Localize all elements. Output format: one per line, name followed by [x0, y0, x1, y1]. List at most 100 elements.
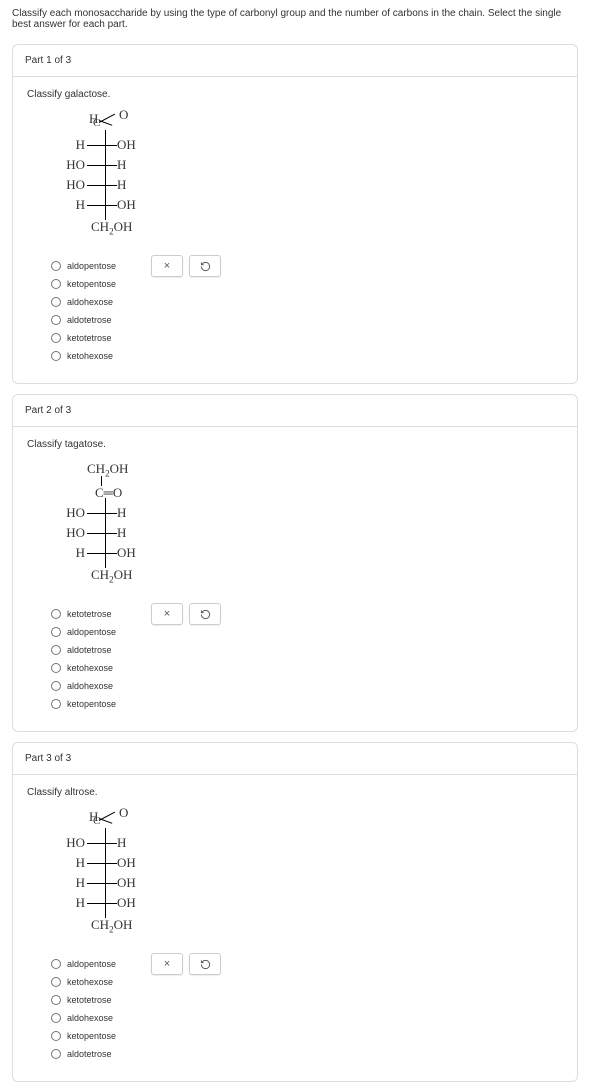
answer-option[interactable]: ketotetrose: [51, 329, 563, 347]
fischer-row: H OH: [55, 544, 175, 564]
answer-radio[interactable]: [51, 315, 61, 325]
answer-radio[interactable]: [51, 609, 61, 619]
answer-option[interactable]: ketotetrose: [51, 991, 563, 1009]
answer-option[interactable]: aldopentose: [51, 623, 563, 641]
row-right-label: OH: [117, 856, 136, 869]
answer-label: ketopentose: [67, 279, 116, 289]
answer-radio[interactable]: [51, 977, 61, 987]
row-right-label: OH: [117, 876, 136, 889]
answer-radio[interactable]: [51, 351, 61, 361]
clear-button[interactable]: ×: [151, 255, 183, 277]
fischer-row: HOH: [55, 874, 175, 894]
fischer-row: HO H: [55, 156, 175, 176]
answer-option[interactable]: ketotetrose: [51, 605, 563, 623]
answer-radio[interactable]: [51, 645, 61, 655]
row-left-label: H: [55, 896, 85, 909]
answer-radio[interactable]: [51, 279, 61, 289]
part-header: Part 1 of 3: [13, 45, 577, 77]
answer-radio[interactable]: [51, 1031, 61, 1041]
answer-label: aldohexose: [67, 681, 113, 691]
answer-radio[interactable]: [51, 699, 61, 709]
answer-label: aldotetrose: [67, 645, 112, 655]
row-right-label: OH: [117, 198, 136, 211]
answer-radio[interactable]: [51, 1049, 61, 1059]
bottom-ch2oh: CH2OH: [55, 564, 175, 584]
answer-label: ketohexose: [67, 977, 113, 987]
row-right-label: H: [117, 178, 126, 191]
row-left-label: H: [55, 546, 85, 559]
row-right-label: H: [117, 158, 126, 171]
options-group: × aldopentose ketohexose ketotetrosealdohex…: [51, 955, 563, 1063]
question-prompt: Classify altrose.: [27, 787, 563, 798]
page-instruction: Classify each monosaccharide by using th…: [0, 0, 590, 38]
question-prompt: Classify tagatose.: [27, 439, 563, 450]
top-co-label: C═O: [95, 486, 122, 499]
answer-radio[interactable]: [51, 297, 61, 307]
action-buttons: ×: [151, 255, 221, 277]
bottom-ch2oh: CH2OH: [55, 216, 175, 236]
answer-option[interactable]: aldotetrose: [51, 641, 563, 659]
row-left-label: HO: [55, 158, 85, 171]
answer-radio[interactable]: [51, 663, 61, 673]
answer-label: ketotetrose: [67, 609, 112, 619]
top-ch2oh-label: CH2OH: [87, 462, 128, 479]
answer-option[interactable]: aldohexose: [51, 677, 563, 695]
fischer-row: HOH: [55, 834, 175, 854]
reset-icon: [200, 609, 211, 620]
answer-radio[interactable]: [51, 681, 61, 691]
answer-radio[interactable]: [51, 959, 61, 969]
fischer-row: HOH: [55, 504, 175, 524]
fischer-row: H OH: [55, 854, 175, 874]
row-right-label: H: [117, 506, 126, 519]
question-card: Part 2 of 3Classify tagatose.CH2OHC═OHOH…: [12, 394, 578, 732]
answer-label: aldopentose: [67, 959, 116, 969]
close-icon: ×: [164, 608, 170, 620]
reset-button[interactable]: [189, 255, 221, 277]
row-right-label: H: [117, 526, 126, 539]
answer-radio[interactable]: [51, 627, 61, 637]
answer-label: ketohexose: [67, 351, 113, 361]
action-buttons: ×: [151, 953, 221, 975]
answer-option[interactable]: ketopentose: [51, 275, 563, 293]
molecule-structure: CH2OHC═OHOHHOHHOHCH2OH: [55, 464, 563, 587]
answer-option[interactable]: aldotetrose: [51, 1045, 563, 1063]
clear-button[interactable]: ×: [151, 603, 183, 625]
answer-option[interactable]: ketohexose: [51, 347, 563, 365]
bottom-ch2oh: CH2OH: [55, 914, 175, 934]
reset-button[interactable]: [189, 603, 221, 625]
molecule-structure: HOCHOHHOHHOHHOHCH2OH: [55, 812, 563, 937]
answer-radio[interactable]: [51, 995, 61, 1005]
row-right-label: OH: [117, 896, 136, 909]
answer-option[interactable]: ketohexose: [51, 659, 563, 677]
answer-label: aldohexose: [67, 297, 113, 307]
row-right-label: OH: [117, 546, 136, 559]
answer-radio[interactable]: [51, 261, 61, 271]
answer-radio[interactable]: [51, 333, 61, 343]
answer-label: ketopentose: [67, 699, 116, 709]
answer-option[interactable]: aldopentose: [51, 955, 563, 973]
row-left-label: HO: [55, 526, 85, 539]
row-left-label: H: [55, 856, 85, 869]
row-left-label: H: [55, 198, 85, 211]
answer-option[interactable]: aldohexose: [51, 1009, 563, 1027]
answer-label: aldotetrose: [67, 315, 112, 325]
answer-option[interactable]: ketopentose: [51, 695, 563, 713]
part-body: Classify galactose.HOCHOHHOHHOHHOHCH2OH×…: [13, 77, 577, 383]
reset-button[interactable]: [189, 953, 221, 975]
action-buttons: ×: [151, 603, 221, 625]
row-right-label: OH: [117, 138, 136, 151]
answer-option[interactable]: aldotetrose: [51, 311, 563, 329]
clear-button[interactable]: ×: [151, 953, 183, 975]
answer-label: ketotetrose: [67, 333, 112, 343]
part-header: Part 2 of 3: [13, 395, 577, 427]
answer-option[interactable]: ketohexose: [51, 973, 563, 991]
fischer-row: H OH: [55, 136, 175, 156]
answer-option[interactable]: aldohexose: [51, 293, 563, 311]
part-body: Classify tagatose.CH2OHC═OHOHHOHHOHCH2OH…: [13, 427, 577, 731]
answer-option[interactable]: ketopentose: [51, 1027, 563, 1045]
top-o-label: O: [119, 806, 128, 819]
row-left-label: H: [55, 138, 85, 151]
answer-option[interactable]: aldopentose: [51, 257, 563, 275]
question-prompt: Classify galactose.: [27, 89, 563, 100]
answer-label: ketohexose: [67, 663, 113, 673]
